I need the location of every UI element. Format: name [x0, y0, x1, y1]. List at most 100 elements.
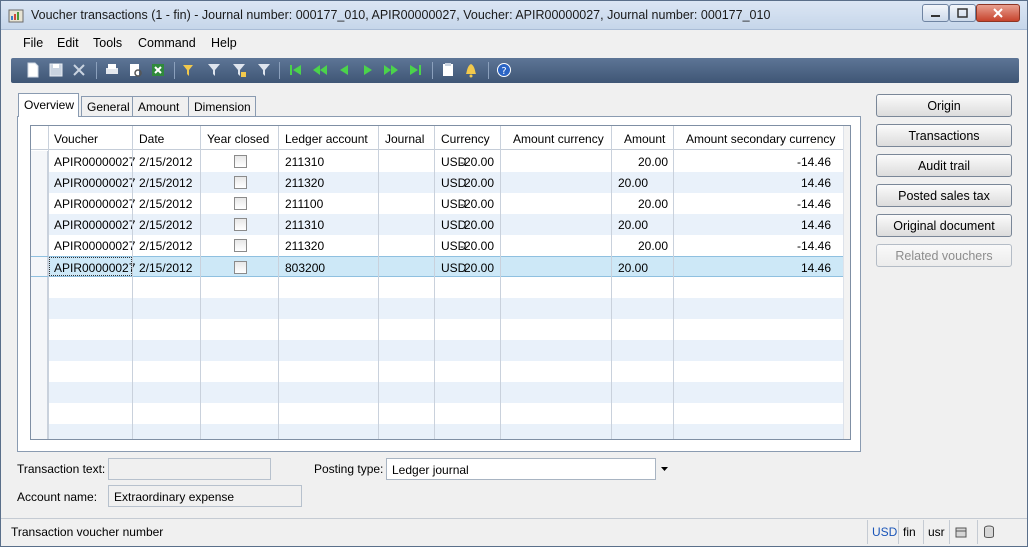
- table-row[interactable]: APIR00000027 2/15/2012 211310 USD -20.00 -14.…: [31, 151, 843, 172]
- table-row[interactable]: APIR00000027 2/15/2012 211100 USD -20.00 -14.…: [31, 193, 843, 214]
- first-record-icon[interactable]: [288, 62, 304, 78]
- cell-amount-debit: 20.00: [618, 218, 649, 232]
- year-closed-checkbox[interactable]: [234, 239, 247, 252]
- year-closed-checkbox[interactable]: [234, 218, 247, 231]
- column-header-amount-secondary-currency[interactable]: Amount secondary currency: [686, 126, 835, 150]
- table-row[interactable]: [31, 277, 843, 298]
- row-selector[interactable]: [31, 235, 48, 256]
- origin-button[interactable]: Origin: [876, 94, 1012, 117]
- grid-vertical-scrollbar[interactable]: [843, 126, 850, 439]
- row-selector[interactable]: [31, 214, 48, 235]
- voucher-transactions-grid[interactable]: Voucher Date Year closed Ledger account …: [30, 125, 851, 440]
- print-preview-icon[interactable]: [127, 62, 143, 78]
- close-button[interactable]: [976, 4, 1020, 22]
- account-name-label: Account name:: [17, 490, 98, 504]
- remove-filter-icon[interactable]: [256, 62, 272, 78]
- table-row[interactable]: APIR00000027 2/15/2012 211310 USD 20.00 14.46…: [31, 214, 843, 235]
- column-header-journal[interactable]: Journal: [385, 126, 424, 150]
- column-header-ledger-account[interactable]: Ledger account: [285, 126, 368, 150]
- column-header-currency[interactable]: Currency: [441, 126, 490, 150]
- posting-type-select[interactable]: Ledger journal: [386, 458, 656, 480]
- previous-page-icon[interactable]: [312, 62, 328, 78]
- column-header-date[interactable]: Date: [139, 126, 164, 150]
- help-icon[interactable]: ?: [496, 62, 512, 78]
- excel-icon[interactable]: [150, 62, 166, 78]
- transactions-button[interactable]: Transactions: [876, 124, 1012, 147]
- minimize-icon: [931, 15, 940, 17]
- year-closed-checkbox[interactable]: [234, 261, 247, 274]
- table-row[interactable]: [31, 403, 843, 424]
- cell-ledger-account: 803200: [285, 261, 326, 275]
- column-header-amount[interactable]: Amount: [624, 126, 665, 150]
- status-company[interactable]: fin: [898, 520, 920, 544]
- row-selector[interactable]: [31, 193, 48, 214]
- row-selector[interactable]: [31, 257, 48, 276]
- row-selector[interactable]: [31, 298, 48, 319]
- row-selector[interactable]: [31, 361, 48, 382]
- minimize-button[interactable]: [922, 4, 949, 22]
- cell-amount-currency: 20.00: [463, 176, 494, 190]
- account-name-field: Extraordinary expense: [108, 485, 302, 507]
- next-record-icon[interactable]: [360, 62, 376, 78]
- last-record-icon[interactable]: [407, 62, 423, 78]
- menu-help[interactable]: Help: [211, 36, 237, 50]
- transaction-text-field[interactable]: [108, 458, 271, 480]
- voucher-transactions-window: Voucher transactions (1 - fin) - Journal…: [0, 0, 1028, 547]
- menu-file[interactable]: File: [23, 36, 43, 50]
- cell-amount-secondary-currency: 14.46: [800, 261, 831, 275]
- year-closed-checkbox[interactable]: [234, 155, 247, 168]
- table-row[interactable]: [31, 382, 843, 403]
- alert-icon[interactable]: [463, 62, 479, 78]
- menu-edit[interactable]: Edit: [57, 36, 79, 50]
- cell-amount-secondary-currency: -14.46: [796, 197, 831, 211]
- print-icon[interactable]: [104, 62, 120, 78]
- posting-type-dropdown-button[interactable]: [655, 458, 674, 480]
- maximize-button[interactable]: [949, 4, 976, 22]
- table-row[interactable]: APIR00000027 2/15/2012 211320 USD -20.00 -14.…: [31, 235, 843, 256]
- tab-general[interactable]: General: [81, 96, 133, 116]
- filter-by-grid-icon[interactable]: [206, 62, 222, 78]
- row-selector[interactable]: [31, 382, 48, 403]
- status-text: Transaction voucher number: [11, 525, 164, 539]
- row-selector[interactable]: [31, 172, 48, 193]
- save-icon[interactable]: [48, 62, 64, 78]
- previous-record-icon[interactable]: [336, 62, 352, 78]
- row-selector[interactable]: [31, 424, 48, 439]
- table-row[interactable]: [31, 340, 843, 361]
- table-row[interactable]: APIR00000027 2/15/2012 803200 USD 20.00 14.46…: [31, 256, 843, 277]
- next-page-icon[interactable]: [383, 62, 399, 78]
- row-selector[interactable]: [31, 151, 48, 172]
- status-currency[interactable]: USD: [867, 520, 901, 544]
- posted-sales-tax-button[interactable]: Posted sales tax: [876, 184, 1012, 207]
- row-selector[interactable]: [31, 340, 48, 361]
- audit-trail-button[interactable]: Audit trail: [876, 154, 1012, 177]
- table-row[interactable]: [31, 319, 843, 340]
- row-selector[interactable]: [31, 277, 48, 298]
- table-row[interactable]: APIR00000027 2/15/2012 211320 USD 20.00 14.46…: [31, 172, 843, 193]
- row-selector[interactable]: [31, 403, 48, 424]
- table-row[interactable]: [31, 361, 843, 382]
- menu-command[interactable]: Command: [138, 36, 196, 50]
- row-selector[interactable]: [31, 319, 48, 340]
- tab-dimension[interactable]: Dimension: [188, 96, 256, 116]
- column-header-amount-currency[interactable]: Amount currency: [513, 126, 604, 150]
- document-handling-icon[interactable]: [440, 62, 456, 78]
- advanced-filter-icon[interactable]: [231, 62, 247, 78]
- new-icon[interactable]: [25, 62, 41, 78]
- filter-by-selection-icon[interactable]: [181, 62, 197, 78]
- tab-overview[interactable]: Overview: [18, 93, 80, 117]
- year-closed-checkbox[interactable]: [234, 197, 247, 210]
- table-row[interactable]: [31, 298, 843, 319]
- svg-text:?: ?: [501, 66, 506, 77]
- column-header-voucher[interactable]: Voucher: [54, 126, 98, 150]
- original-document-button[interactable]: Original document: [876, 214, 1012, 237]
- related-vouchers-button[interactable]: Related vouchers: [876, 244, 1012, 267]
- year-closed-checkbox[interactable]: [234, 176, 247, 189]
- delete-icon[interactable]: [71, 62, 87, 78]
- cell-voucher: APIR00000027: [54, 176, 136, 190]
- tab-amount[interactable]: Amount: [132, 96, 189, 116]
- column-header-year-closed[interactable]: Year closed: [207, 126, 269, 150]
- cell-amount-debit: 20.00: [618, 176, 649, 190]
- menu-tools[interactable]: Tools: [93, 36, 122, 50]
- table-row[interactable]: [31, 424, 843, 439]
